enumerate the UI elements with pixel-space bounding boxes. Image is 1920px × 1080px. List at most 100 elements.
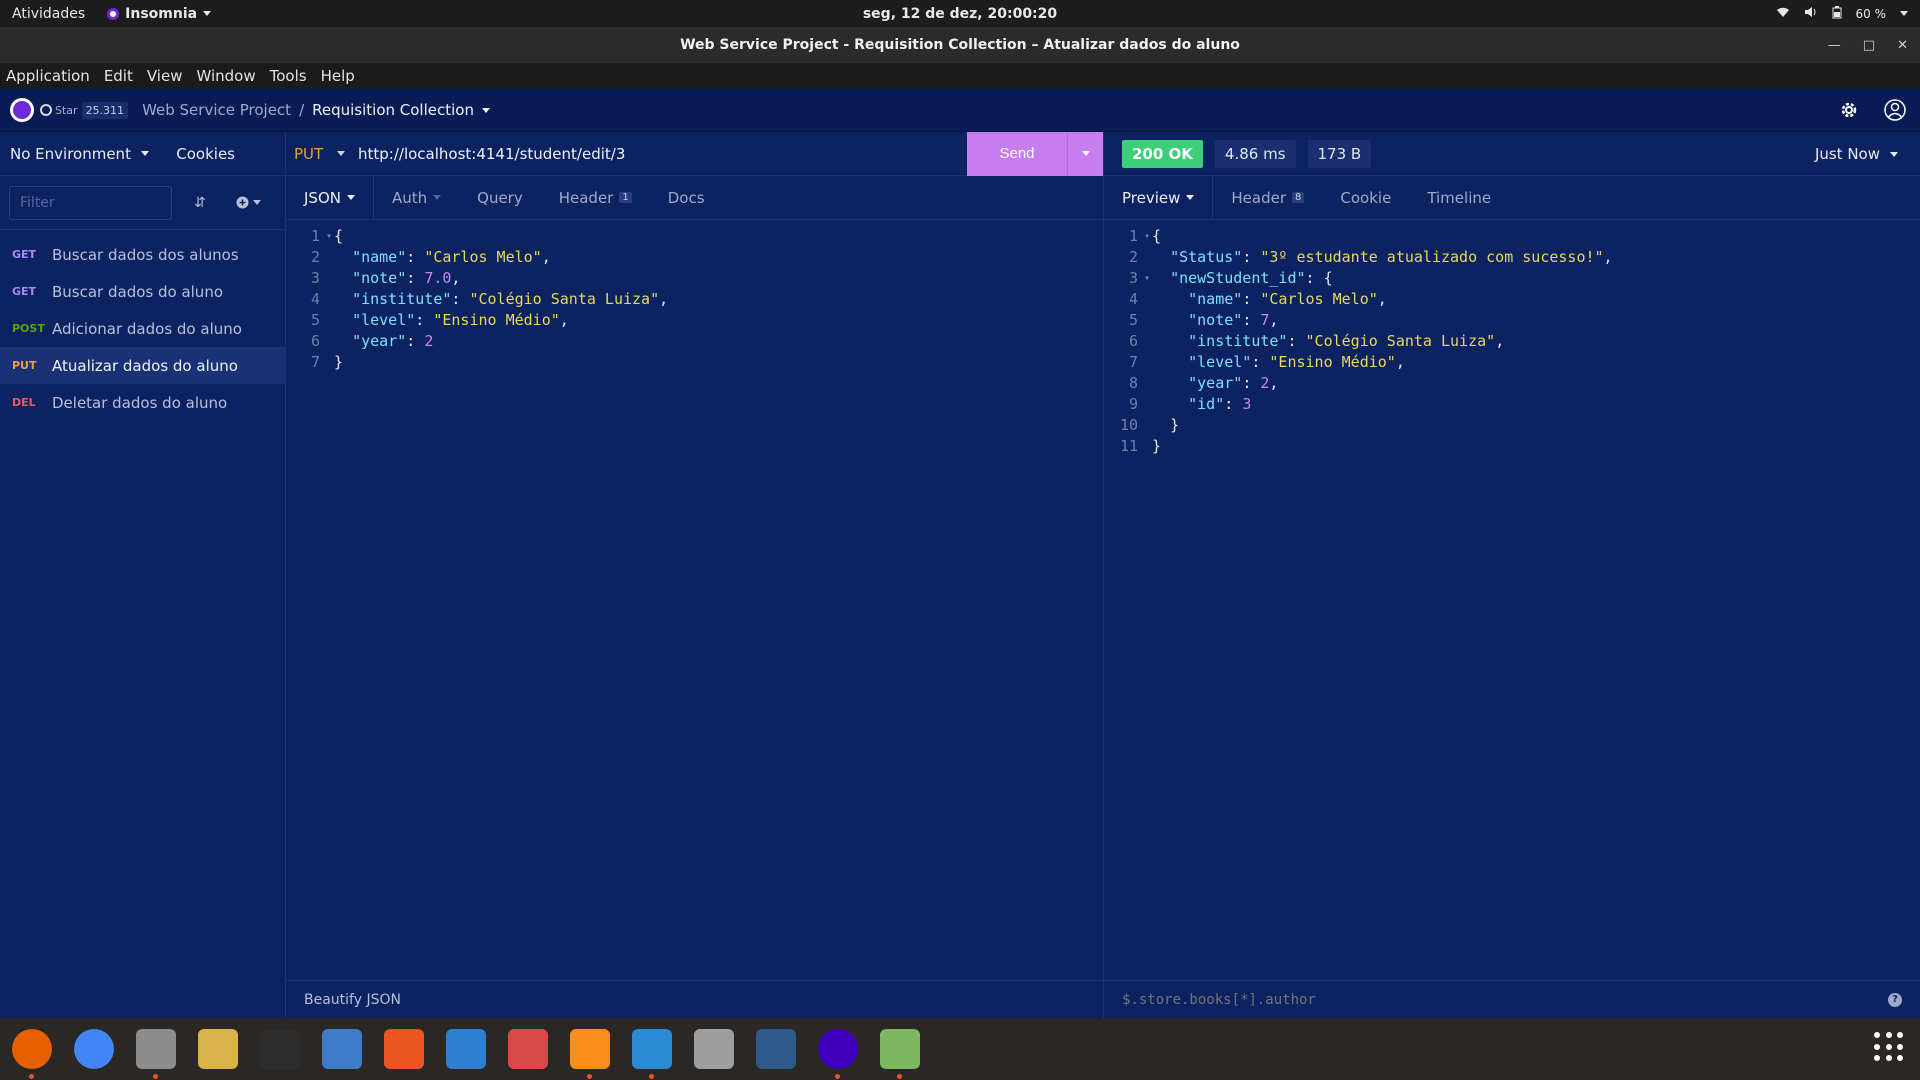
request-method: PUT [12,359,37,372]
cookies-button[interactable]: Cookies [176,145,235,163]
request-item-deletar-dados-do-aluno[interactable]: DEL Deletar dados do aluno [0,384,285,421]
chevron-down-icon [203,11,212,16]
tab-auth[interactable]: Auth [374,176,459,219]
settings-button[interactable] [1834,95,1864,125]
line-number: 11 [1119,437,1138,455]
insomnia-logo[interactable] [10,98,34,122]
header-count-badge: 1 [619,192,632,203]
terminal-icon-glyph [260,1029,300,1069]
help-icon[interactable] [318,1025,366,1073]
tab-header[interactable]: Header 1 [541,176,650,219]
response-body-viewer[interactable]: 1 ▾{2 "Status": "3º estudante atualizado … [1104,220,1920,457]
tab-preview[interactable]: Preview [1104,176,1214,219]
code-text: } [1170,416,1180,434]
menu-view[interactable]: View [147,67,183,85]
app-menu-label: Insomnia [125,5,198,22]
rhythmbox-icon[interactable] [194,1025,242,1073]
insomnia-icon[interactable] [814,1025,862,1079]
request-item-adicionar-dados-do-aluno[interactable]: POST Adicionar dados do aluno [0,310,285,347]
chrome-icon-glyph [74,1029,114,1069]
request-pane: PUT Send JSON Auth Query Header 1 Docs 1… [286,131,1104,1018]
tab-timeline[interactable]: Timeline [1409,176,1509,219]
fold-toggle-icon[interactable]: ▾ [326,226,332,247]
fold-toggle-icon[interactable]: ▾ [1144,226,1150,247]
activities-button[interactable]: Atividades [12,6,85,22]
sublime-icon[interactable] [566,1025,614,1079]
tab-cookie[interactable]: Cookie [1322,176,1409,219]
method-selector[interactable]: PUT [286,145,350,163]
beautify-json-button[interactable]: Beautify JSON [304,992,401,1008]
line-number: 5 [1128,311,1138,329]
help-icon[interactable]: ? [1888,992,1902,1007]
tab-body-label: JSON [304,188,341,207]
sort-icon[interactable]: ⇵ [182,186,218,220]
response-time-badge: 4.86 ms [1214,139,1296,168]
code-line: 11} [1104,436,1920,457]
files-icon[interactable] [132,1025,180,1079]
response-filter-input[interactable] [1122,991,1622,1008]
breadcrumb-project[interactable]: Web Service Project [142,101,291,119]
url-bar: PUT Send [286,131,1103,176]
tab-response-header[interactable]: Header 8 [1213,176,1322,219]
request-item-atualizar-dados-do-aluno[interactable]: PUT Atualizar dados do aluno [0,347,285,384]
fold-toggle-icon[interactable]: ▾ [1144,268,1150,289]
menu-tools[interactable]: Tools [270,67,307,85]
filter-bar: ⇵ [0,176,285,230]
clock[interactable]: seg, 12 de dez, 20:00:20 [0,6,1920,22]
document-viewer-icon[interactable] [504,1025,552,1073]
database-icon[interactable] [690,1025,738,1073]
close-icon[interactable]: ✕ [1897,38,1908,53]
tab-body[interactable]: JSON [286,176,374,219]
request-tabs: JSON Auth Query Header 1 Docs [286,176,1103,220]
maximize-icon[interactable]: □ [1863,38,1875,53]
vscode-icon[interactable] [628,1025,676,1079]
chrome-icon[interactable] [70,1025,118,1073]
code-text: "name": "Carlos Melo", [352,248,551,266]
mysql-workbench-icon[interactable] [752,1025,800,1073]
terminal-icon[interactable] [256,1025,304,1073]
send-options-button[interactable] [1067,131,1103,176]
writer-icon[interactable] [442,1025,490,1073]
line-number: 3 ▾ [1128,269,1150,287]
tab-query[interactable]: Query [459,176,541,219]
environment-selector[interactable]: No Environment [10,145,149,163]
request-item-buscar-dados-do-aluno[interactable]: GET Buscar dados do aluno [0,273,285,310]
code-line: 6 "institute": "Colégio Santa Luiza", [1104,331,1920,352]
collection-name: Requisition Collection [312,101,474,119]
code-line: 1 ▾{ [1104,226,1920,247]
add-request-button[interactable] [228,186,268,220]
firefox-icon[interactable] [8,1025,56,1079]
line-number: 3 [310,269,320,287]
breadcrumb-collection[interactable]: Requisition Collection [312,101,490,119]
request-method: POST [12,322,45,335]
system-tray[interactable]: 60 % [1776,0,1908,27]
chevron-down-icon [433,195,442,200]
minimize-icon[interactable]: — [1828,38,1841,53]
code-line: 10 } [1104,415,1920,436]
response-history-label: Just Now [1814,145,1880,163]
github-star-label[interactable]: Star [55,104,78,117]
send-button[interactable]: Send [967,131,1067,176]
request-body-editor[interactable]: 1 ▾{2 "name": "Carlos Melo", 3 "note": 7.0… [286,220,1103,373]
software-icon[interactable] [380,1025,428,1073]
insomnia-icon-glyph [818,1029,858,1069]
response-history-dropdown[interactable]: Just Now [1815,145,1898,163]
menu-window[interactable]: Window [196,67,255,85]
tab-docs[interactable]: Docs [650,176,723,219]
app-menu[interactable]: Insomnia [107,5,212,22]
account-button[interactable] [1880,95,1910,125]
menu-edit[interactable]: Edit [104,67,133,85]
help-icon-glyph [322,1029,362,1069]
github-icon[interactable] [40,104,52,116]
menu-application[interactable]: Application [6,67,90,85]
url-input[interactable] [350,133,967,174]
software-icon-glyph [384,1029,424,1069]
environment-label: No Environment [10,144,131,163]
code-line: 9 "id": 3 [1104,394,1920,415]
tab-response-header-label: Header [1231,188,1287,207]
filter-input[interactable] [9,185,172,220]
show-applications-icon[interactable] [1874,1032,1904,1062]
request-item-buscar-dados-dos-alunos[interactable]: GET Buscar dados dos alunos [0,236,285,273]
menu-help[interactable]: Help [321,67,355,85]
image-viewer-icon[interactable] [876,1025,924,1079]
